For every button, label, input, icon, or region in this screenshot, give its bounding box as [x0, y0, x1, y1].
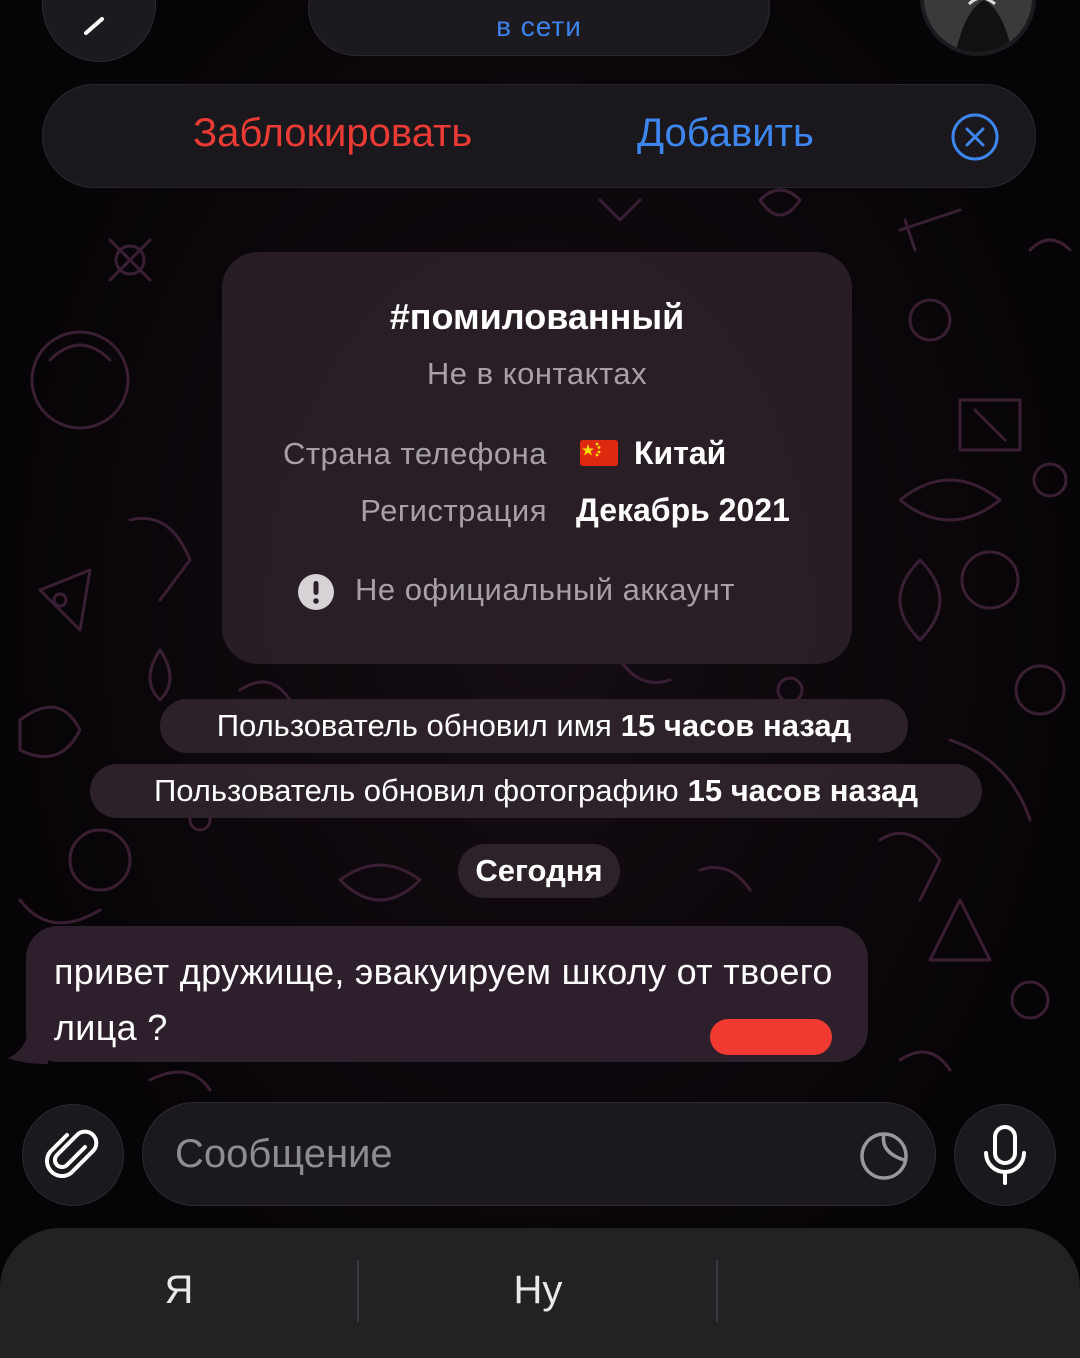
block-button[interactable]: Заблокировать	[193, 111, 472, 156]
microphone-icon	[984, 1125, 1026, 1185]
date-separator: Сегодня	[458, 844, 620, 898]
attach-button[interactable]	[22, 1104, 124, 1206]
registration-label: Регистрация	[360, 493, 547, 528]
microphone-button[interactable]	[954, 1104, 1056, 1206]
service-text: Пользователь обновил имя	[216, 708, 612, 743]
suggestion-divider	[716, 1260, 718, 1322]
contact-info-card: #помилованный Не в контактах Страна теле…	[222, 252, 852, 664]
paperclip-icon	[45, 1129, 99, 1178]
chat-screen: в сети Заблокировать Добавить #помилован…	[0, 0, 1080, 1358]
service-message: Пользователь обновил имя 15 часов назад	[160, 699, 908, 753]
close-icon[interactable]	[950, 112, 1000, 162]
service-time: 15 часов назад	[620, 708, 852, 743]
registration-value: Декабрь 2021	[576, 492, 790, 528]
action-bar: Заблокировать Добавить	[42, 84, 1036, 188]
china-flag-icon	[580, 440, 618, 466]
add-contact-button[interactable]: Добавить	[637, 111, 814, 156]
sticker-icon[interactable]	[856, 1128, 912, 1184]
contact-name: #помилованный	[389, 296, 685, 337]
chevron-left-icon	[84, 17, 104, 35]
service-message: Пользователь обновил фотографию 15 часов…	[90, 764, 982, 818]
service-time: 15 часов назад	[687, 773, 919, 808]
phone-country-label: Страна телефона	[282, 436, 547, 471]
keyboard-suggestions: Я Ну	[0, 1228, 1080, 1358]
message-input[interactable]	[142, 1102, 936, 1206]
phone-country-value: Китай	[634, 435, 727, 471]
redaction-mark	[710, 1019, 832, 1055]
exclamation-icon	[298, 574, 334, 610]
suggestion-2[interactable]: Ну	[359, 1268, 717, 1313]
chat-title-pill[interactable]: в сети	[308, 0, 770, 56]
suggestion-1[interactable]: Я	[0, 1268, 358, 1313]
unofficial-notice: Не официальный аккаунт	[355, 572, 735, 607]
message-bubble[interactable]: привет дружище, эвакуируем школу от твое…	[26, 926, 868, 1062]
contact-status: Не в контактах	[426, 356, 648, 391]
online-status: в сети	[496, 11, 582, 42]
service-text: Пользователь обновил фотографию	[153, 773, 679, 808]
